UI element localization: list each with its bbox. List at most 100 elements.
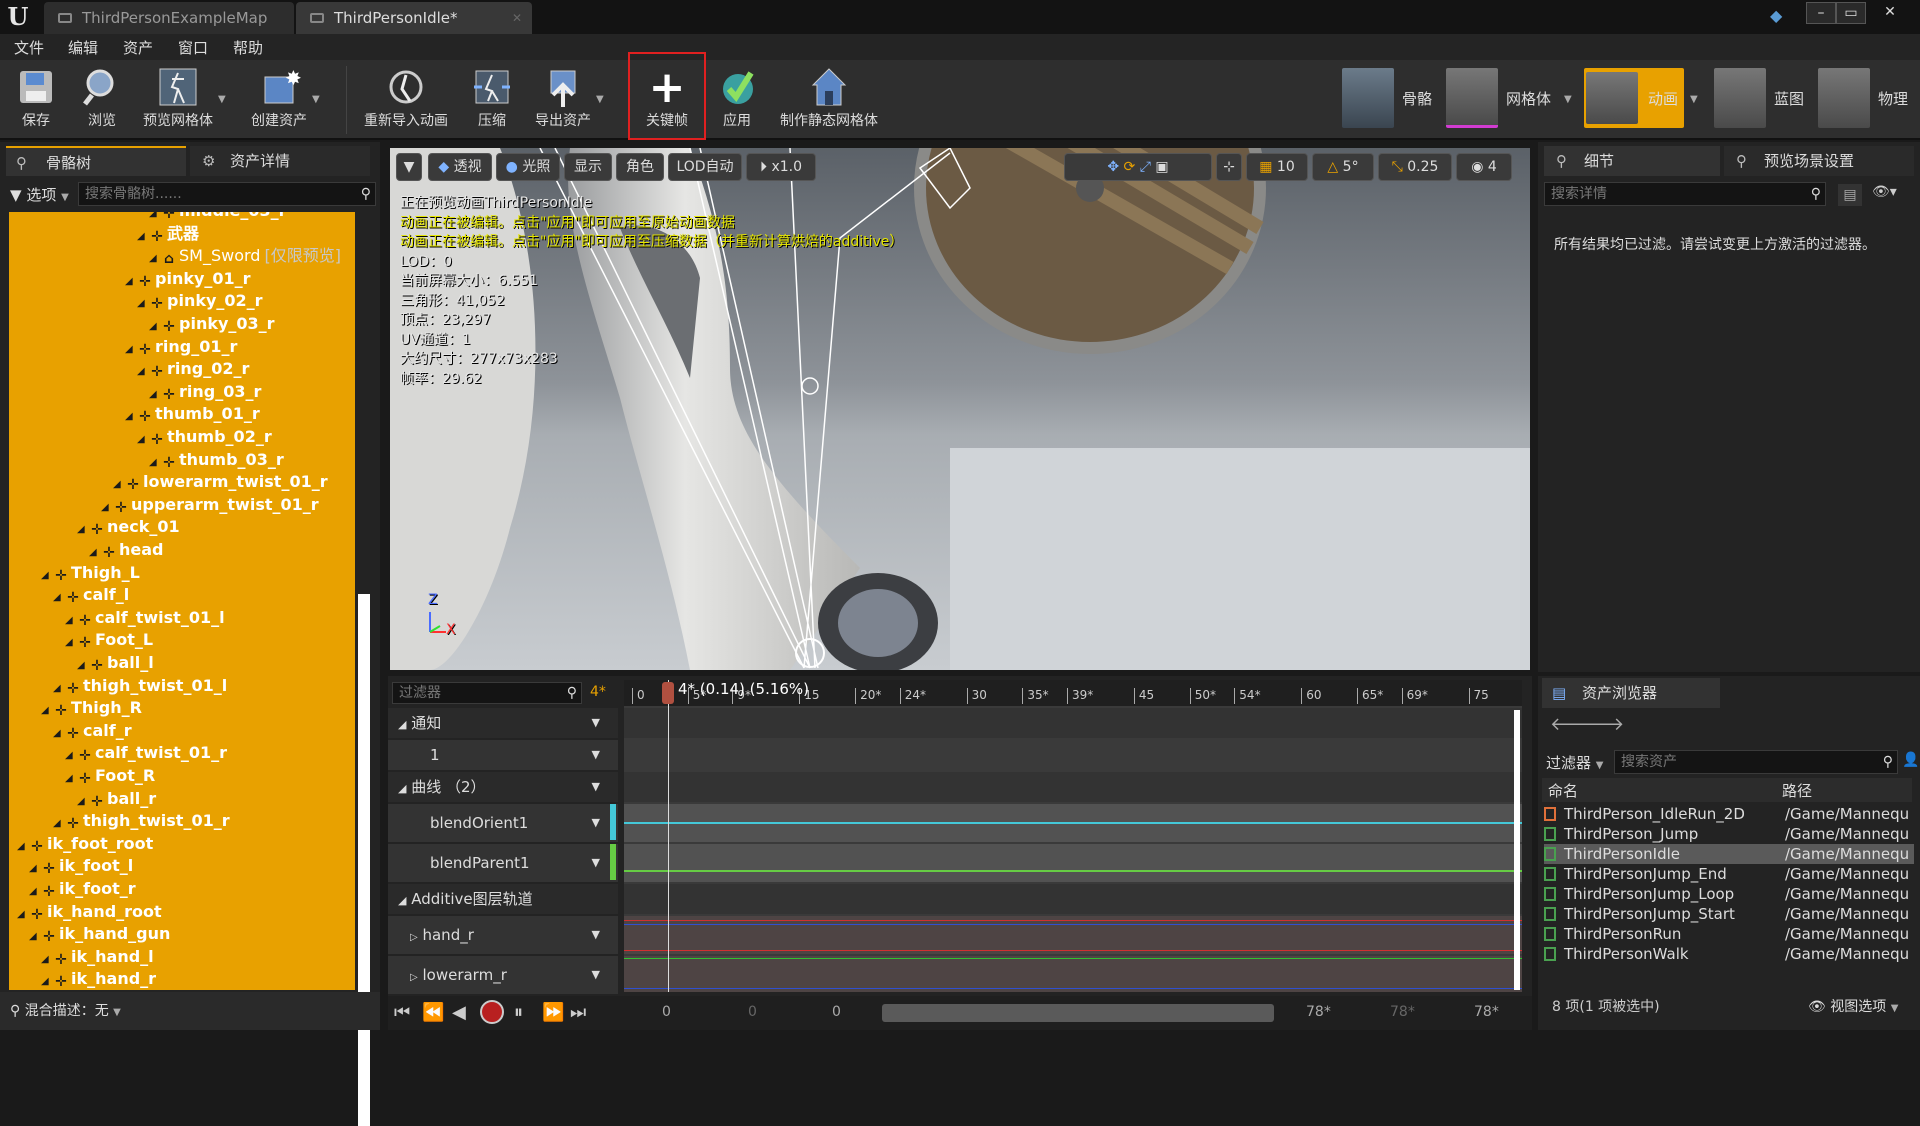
track-area[interactable]: 0 5* 9* 15 20* 24* 30 35* 39* 45 50* 54* 60 65* 69* 75 … xyxy=(624,680,1522,992)
create-asset-dropdown-icon[interactable]: ▼ xyxy=(312,94,320,105)
animation-dropdown-icon[interactable]: ▼ xyxy=(1690,94,1698,105)
asset-row[interactable]: ThirdPersonJump_Start/Game/Mannequ xyxy=(1544,904,1914,924)
asset-row[interactable]: ThirdPersonJump_Loop/Game/Mannequ xyxy=(1544,884,1914,904)
mode-skeleton-button[interactable]: 骨骼 xyxy=(1340,68,1444,128)
step-forward-icon[interactable]: ⏩ xyxy=(542,1002,564,1023)
preview-mesh-button[interactable]: 预览网格体 xyxy=(140,64,216,138)
bone-row[interactable]: ◢ ✛ pinky_03_r xyxy=(149,313,275,335)
asset-row[interactable]: ThirdPersonJump_End/Game/Mannequ xyxy=(1544,864,1914,884)
browse-button[interactable]: 浏览 xyxy=(76,64,128,138)
skip-to-end-icon[interactable]: ⏭ xyxy=(570,1002,586,1023)
view-options-button[interactable]: 👁 视图选项 ▼ xyxy=(1808,996,1898,1016)
expand-icon[interactable]: ◢ xyxy=(125,339,137,361)
tab-preview-scene-settings[interactable]: ⚲ 预览场景设置 xyxy=(1724,146,1914,176)
expand-icon[interactable]: ◢ xyxy=(29,926,41,948)
save-button[interactable]: 保存 xyxy=(12,64,60,138)
bone-row[interactable]: ◢ ✛ ik_hand_root xyxy=(17,901,162,923)
mode-blueprint-button[interactable]: 蓝图 xyxy=(1712,68,1812,128)
options-dropdown[interactable]: ▼ 选项 ▼ xyxy=(10,184,69,205)
bone-row[interactable]: ◢ ✛ lowerarm_twist_01_r xyxy=(113,471,328,493)
apply-button[interactable]: 应用 xyxy=(716,64,758,138)
skip-to-start-icon[interactable]: ⏮ xyxy=(394,1002,410,1023)
expand-icon[interactable]: ◢ xyxy=(137,293,149,315)
bone-row[interactable]: ◢ ✛ upperarm_twist_01_r xyxy=(101,494,319,516)
asset-row[interactable]: ThirdPerson_IdleRun_2D/Game/Mannequ xyxy=(1544,804,1914,824)
range-end-1[interactable]: 78* xyxy=(1306,1004,1331,1020)
skeleton-search-input[interactable]: 搜索骨骼树...... ⚲ xyxy=(78,182,376,206)
expand-icon[interactable]: ◢ xyxy=(77,519,89,541)
expand-icon[interactable]: ◢ xyxy=(137,429,149,451)
expand-icon[interactable]: ◢ xyxy=(53,723,65,745)
close-icon[interactable]: ✕ xyxy=(512,2,522,34)
expand-icon[interactable]: ◢ xyxy=(17,836,29,858)
bone-row[interactable]: ◢ ✛ ik_hand_gun xyxy=(29,923,170,945)
tab-skeleton-tree[interactable]: ⚲ 骨骼树 xyxy=(6,146,186,176)
lod-button[interactable]: LOD自动 xyxy=(668,153,742,181)
expand-icon[interactable]: ◢ xyxy=(41,971,53,990)
bone-row[interactable]: ◢✛middle_03_l xyxy=(149,212,284,222)
create-asset-button[interactable]: ✸ 创建资产 xyxy=(246,64,312,138)
curve-track-2[interactable]: blendParent1 ▼ xyxy=(388,844,618,882)
menu-help[interactable]: 帮助 xyxy=(233,37,263,58)
close-window-button[interactable]: ✕ xyxy=(1870,2,1910,24)
column-path[interactable]: 路径 xyxy=(1782,780,1812,801)
tab-details[interactable]: ⚲ 细节 xyxy=(1544,146,1720,176)
bone-row[interactable]: ◢ ✛ ring_03_r xyxy=(149,381,261,403)
tree-scrollbar[interactable] xyxy=(358,594,370,1126)
bone-row[interactable]: ◢ ✛ ik_foot_l xyxy=(29,855,133,877)
minimize-button[interactable]: – xyxy=(1806,2,1836,24)
compress-button[interactable]: 压缩 xyxy=(468,64,516,138)
eye-icon[interactable]: 👁▾ xyxy=(1872,184,1897,200)
grid-snap-button[interactable]: ▦ 10 xyxy=(1246,153,1308,181)
bone-row[interactable]: ◢ ⌂ SM_Sword [仅限预览] xyxy=(149,245,341,267)
expand-icon[interactable]: ◢ xyxy=(17,904,29,926)
bone-row[interactable]: ◢ ✛ thigh_twist_01_r xyxy=(53,810,230,832)
asset-row[interactable]: ThirdPersonIdle/Game/Mannequ xyxy=(1544,844,1914,864)
preview-mesh-dropdown-icon[interactable]: ▼ xyxy=(218,94,226,105)
export-dropdown-icon[interactable]: ▼ xyxy=(596,94,604,105)
menu-asset[interactable]: 资产 xyxy=(123,37,153,58)
mode-animation-button[interactable]: 动画 xyxy=(1584,68,1684,128)
bone-row[interactable]: ◢ ✛ calf_r xyxy=(53,720,132,742)
bone-row[interactable]: ◢ ✛ Thigh_L xyxy=(41,562,140,584)
show-button[interactable]: 显示 xyxy=(564,153,612,181)
lit-button[interactable]: ● 光照 xyxy=(496,153,560,181)
range-end-3[interactable]: 78* xyxy=(1474,1004,1499,1020)
range-start-2[interactable]: 0 xyxy=(748,1004,757,1020)
camera-speed-button[interactable]: ◉ 4 xyxy=(1456,153,1512,181)
reimport-button[interactable]: 重新导入动画 xyxy=(360,64,452,138)
asset-search-input[interactable]: 搜索资产 ⚲ xyxy=(1614,750,1898,774)
bone-row[interactable]: ◢ ✛ ik_hand_r xyxy=(41,968,156,990)
maximize-button[interactable]: ▭ xyxy=(1836,2,1866,24)
mode-physics-button[interactable]: 物理 xyxy=(1816,68,1916,128)
mesh-dropdown-icon[interactable]: ▼ xyxy=(1564,94,1572,105)
column-name[interactable]: 命名 xyxy=(1548,780,1578,801)
range-start-1[interactable]: 0 xyxy=(662,1004,671,1020)
mode-mesh-button[interactable]: 网格体 xyxy=(1446,68,1576,128)
tab-asset-details[interactable]: ⚙ 资产详情 xyxy=(190,146,370,176)
bone-row[interactable]: ◢ ✛ ik_hand_l xyxy=(41,946,154,968)
asset-row[interactable]: ThirdPersonRun/Game/Mannequ xyxy=(1544,924,1914,944)
bone-row[interactable]: ◢ ✛ calf_twist_01_l xyxy=(65,607,225,629)
asset-row[interactable]: ThirdPerson_Jump/Game/Mannequ xyxy=(1544,824,1914,844)
add-key-button[interactable]: + 关键帧 xyxy=(628,52,706,140)
source-control-icon[interactable]: ◆ xyxy=(1770,6,1792,25)
expand-icon[interactable]: ◢ xyxy=(137,361,149,383)
bone-row[interactable]: ◢ ✛ calf_l xyxy=(53,584,129,606)
user-icon[interactable]: 👤 xyxy=(1902,752,1919,768)
rotation-snap-button[interactable]: △ 5° xyxy=(1312,153,1374,181)
notify-track[interactable]: 1 ▼ xyxy=(388,740,618,770)
expand-icon[interactable]: ◢ xyxy=(41,565,53,587)
bone-row[interactable]: ◢ ✛ ring_02_r xyxy=(137,358,249,380)
pause-icon[interactable]: ⏸ xyxy=(514,1002,523,1023)
bone-row[interactable]: ◢ ✛ Thigh_R xyxy=(41,697,142,719)
additive-track-hand[interactable]: ▷ hand_r ▼ xyxy=(388,916,618,954)
additive-section[interactable]: ◢ Additive图层轨道 xyxy=(388,884,618,914)
property-matrix-icon[interactable]: ▤ xyxy=(1838,184,1862,206)
additive-track-lowerarm[interactable]: ▷ lowerarm_r ▼ xyxy=(388,956,618,994)
scale-snap-button[interactable]: ⤡ 0.25 xyxy=(1378,153,1452,181)
forward-arrow-icon[interactable]: 🡒 xyxy=(1576,714,1624,735)
viewport-options-button[interactable]: ▼ xyxy=(396,153,422,181)
bone-row[interactable]: ◢ ✛ thumb_03_r xyxy=(149,449,284,471)
tab-map[interactable]: ThirdPersonExampleMap xyxy=(44,2,294,34)
